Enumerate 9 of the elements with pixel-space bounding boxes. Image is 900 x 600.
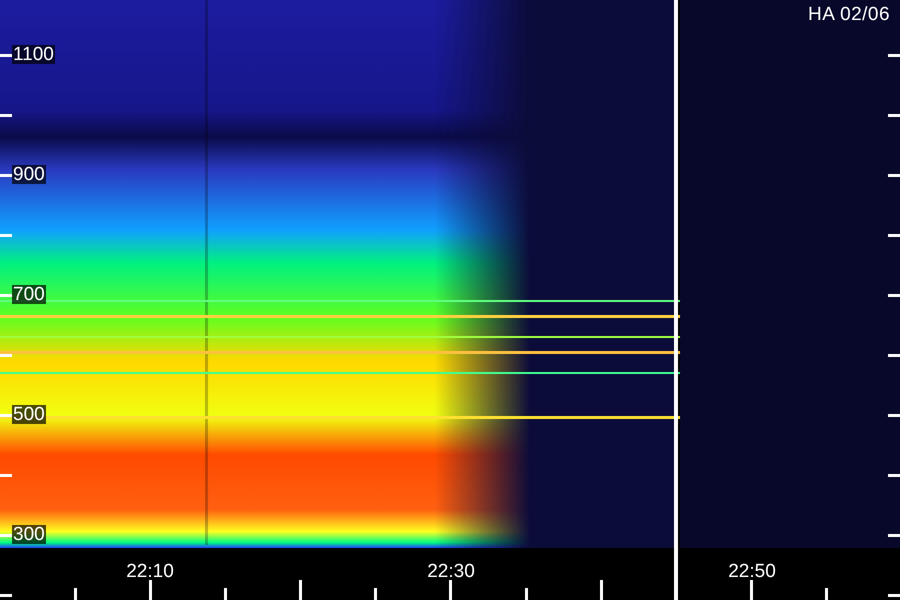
y-axis-label: 900 — [12, 165, 46, 184]
x-axis-label: 22:50 — [728, 562, 776, 581]
y-axis-label: 1100 — [12, 45, 55, 64]
spectrogram-title: HA 02/06 — [808, 5, 890, 24]
y-axis-label: 500 — [12, 405, 46, 424]
y-axis-label: 700 — [12, 285, 46, 304]
x-axis-label: 22:10 — [126, 562, 174, 581]
x-axis-label: 22:30 — [427, 562, 475, 581]
y-axis-label: 300 — [12, 525, 46, 544]
